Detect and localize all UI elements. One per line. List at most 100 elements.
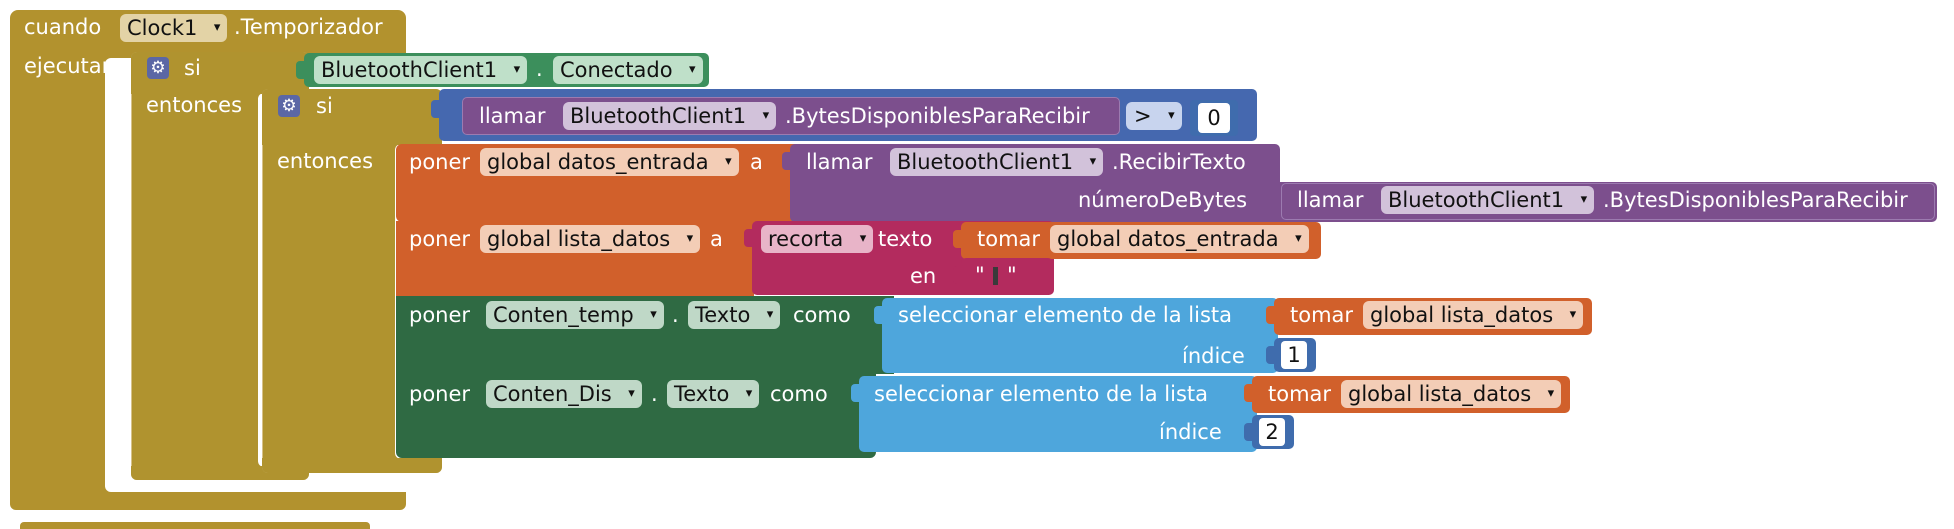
socket-plug bbox=[874, 306, 883, 324]
connected-name: Conectado bbox=[560, 58, 673, 82]
gear-icon[interactable]: ⚙ bbox=[147, 57, 169, 79]
to-label: a bbox=[750, 150, 763, 174]
bluetooth-component-dropdown[interactable]: BluetoothClient1 ▾ bbox=[563, 102, 777, 130]
dot-separator: . bbox=[672, 303, 679, 327]
inner-if-label: si bbox=[316, 94, 333, 118]
next-block-stub[interactable] bbox=[20, 522, 370, 529]
at-label: en bbox=[910, 264, 937, 288]
chevron-down-icon: ▾ bbox=[745, 386, 753, 401]
outer-if-label: si bbox=[184, 56, 201, 80]
chevron-down-icon: ▾ bbox=[213, 20, 221, 35]
global-datos-entrada-dropdown[interactable]: global datos_entrada ▾ bbox=[1050, 225, 1309, 253]
chevron-down-icon: ▾ bbox=[1569, 307, 1577, 322]
socket-plug bbox=[1244, 384, 1253, 402]
bluetooth-name: BluetoothClient1 bbox=[897, 150, 1074, 174]
chevron-down-icon: ▾ bbox=[725, 154, 732, 169]
property-name: Texto bbox=[695, 303, 751, 327]
bluetooth-name: BluetoothClient1 bbox=[570, 104, 747, 128]
index-value[interactable]: 2 bbox=[1259, 418, 1285, 446]
call-label: llamar bbox=[806, 150, 873, 174]
when-label: cuando bbox=[24, 15, 102, 39]
variable-name: global lista_datos bbox=[487, 227, 671, 251]
texto-property-dropdown[interactable]: Texto ▾ bbox=[688, 301, 781, 329]
variable-name: global datos_entrada bbox=[487, 150, 709, 174]
socket-plug bbox=[953, 230, 962, 248]
variable-name: global datos_entrada bbox=[1057, 227, 1279, 251]
conten-dis-component-dropdown[interactable]: Conten_Dis ▾ bbox=[486, 380, 642, 408]
text-label: texto bbox=[878, 227, 933, 251]
property-name: Texto bbox=[674, 382, 730, 406]
socket-plug bbox=[851, 384, 860, 402]
chevron-down-icon: ▾ bbox=[762, 108, 770, 123]
index-value[interactable]: 1 bbox=[1281, 341, 1307, 369]
conten-temp-component-dropdown[interactable]: Conten_temp ▾ bbox=[486, 301, 664, 329]
global-datos-entrada-dropdown[interactable]: global datos_entrada ▾ bbox=[480, 148, 739, 176]
operator-symbol: > bbox=[1134, 104, 1152, 128]
call-label: llamar bbox=[479, 104, 546, 128]
chevron-down-icon: ▾ bbox=[1089, 154, 1097, 169]
socket-plug bbox=[1244, 423, 1253, 441]
split-op-dropdown[interactable]: recorta ▾ bbox=[761, 225, 874, 253]
index-label: índice bbox=[1159, 420, 1222, 444]
clock1-component-dropdown[interactable]: Clock1 ▾ bbox=[120, 14, 228, 42]
global-lista-datos-dropdown[interactable]: global lista_datos ▾ bbox=[1341, 380, 1562, 408]
bluetooth-component-dropdown[interactable]: BluetoothClient1 ▾ bbox=[314, 56, 528, 84]
variable-name: global lista_datos bbox=[1370, 303, 1554, 327]
chevron-down-icon: ▾ bbox=[766, 307, 774, 322]
set-label: poner bbox=[409, 150, 471, 174]
inner-then-label: entonces bbox=[277, 149, 374, 173]
do-label: ejecutar bbox=[24, 54, 111, 78]
chevron-down-icon: ▾ bbox=[628, 386, 635, 401]
socket-plug bbox=[1266, 306, 1275, 324]
get-label: tomar bbox=[1290, 303, 1354, 327]
number-zero-value[interactable]: 0 bbox=[1198, 103, 1230, 133]
set-label: poner bbox=[409, 382, 471, 406]
chevron-down-icon: ▾ bbox=[650, 307, 657, 322]
bluetooth-component-dropdown[interactable]: BluetoothClient1 ▾ bbox=[1381, 186, 1595, 214]
get-label: tomar bbox=[1268, 382, 1332, 406]
socket-plug bbox=[744, 229, 753, 247]
select-label: seleccionar elemento de la lista bbox=[898, 303, 1233, 327]
bluetooth-name: BluetoothClient1 bbox=[321, 58, 498, 82]
bluetooth-component-dropdown[interactable]: BluetoothClient1 ▾ bbox=[890, 148, 1104, 176]
set-label: poner bbox=[409, 227, 471, 251]
to-label: a bbox=[710, 227, 723, 251]
select-label: seleccionar elemento de la lista bbox=[874, 382, 1209, 406]
connected-property-dropdown[interactable]: Conectado ▾ bbox=[553, 56, 703, 84]
quote-open: " bbox=[975, 263, 985, 287]
param-label: númeroDeBytes bbox=[1078, 188, 1248, 212]
text-literal[interactable]: " " bbox=[975, 265, 1017, 286]
gear-icon[interactable]: ⚙ bbox=[278, 95, 300, 117]
event-name: .Temporizador bbox=[234, 15, 383, 39]
inner-if-footer bbox=[262, 458, 442, 473]
chevron-down-icon: ▾ bbox=[1295, 231, 1302, 246]
socket-plug bbox=[782, 152, 791, 170]
method-name: .RecibirTexto bbox=[1112, 150, 1246, 174]
index-label: índice bbox=[1182, 344, 1245, 368]
bluetooth-name: BluetoothClient1 bbox=[1388, 188, 1565, 212]
chevron-down-icon: ▾ bbox=[859, 231, 867, 246]
split-op-name: recorta bbox=[768, 227, 844, 251]
clock1-name: Clock1 bbox=[127, 16, 198, 40]
operator-dropdown[interactable]: > ▾ bbox=[1126, 102, 1182, 130]
socket-plug bbox=[431, 100, 440, 118]
event-bottom-bar bbox=[10, 492, 406, 510]
texto-property-dropdown[interactable]: Texto ▾ bbox=[667, 380, 760, 408]
chevron-down-icon: ▾ bbox=[686, 231, 694, 246]
text-cursor bbox=[993, 267, 999, 285]
quote-close: " bbox=[1007, 263, 1017, 287]
dot-separator: . bbox=[536, 57, 543, 81]
as-label: como bbox=[793, 303, 851, 327]
socket-plug bbox=[296, 61, 305, 79]
socket-plug bbox=[953, 266, 962, 284]
method-name: .BytesDisponiblesParaRecibir bbox=[1603, 188, 1908, 212]
chevron-down-icon: ▾ bbox=[1168, 108, 1175, 123]
global-lista-datos-dropdown[interactable]: global lista_datos ▾ bbox=[1363, 301, 1584, 329]
get-label: tomar bbox=[977, 227, 1041, 251]
variable-name: global lista_datos bbox=[1348, 382, 1532, 406]
set-label: poner bbox=[409, 303, 471, 327]
socket-plug bbox=[1266, 346, 1275, 364]
call-label: llamar bbox=[1297, 188, 1364, 212]
method-name: .BytesDisponiblesParaRecibir bbox=[785, 104, 1090, 128]
global-lista-datos-dropdown[interactable]: global lista_datos ▾ bbox=[480, 225, 701, 253]
